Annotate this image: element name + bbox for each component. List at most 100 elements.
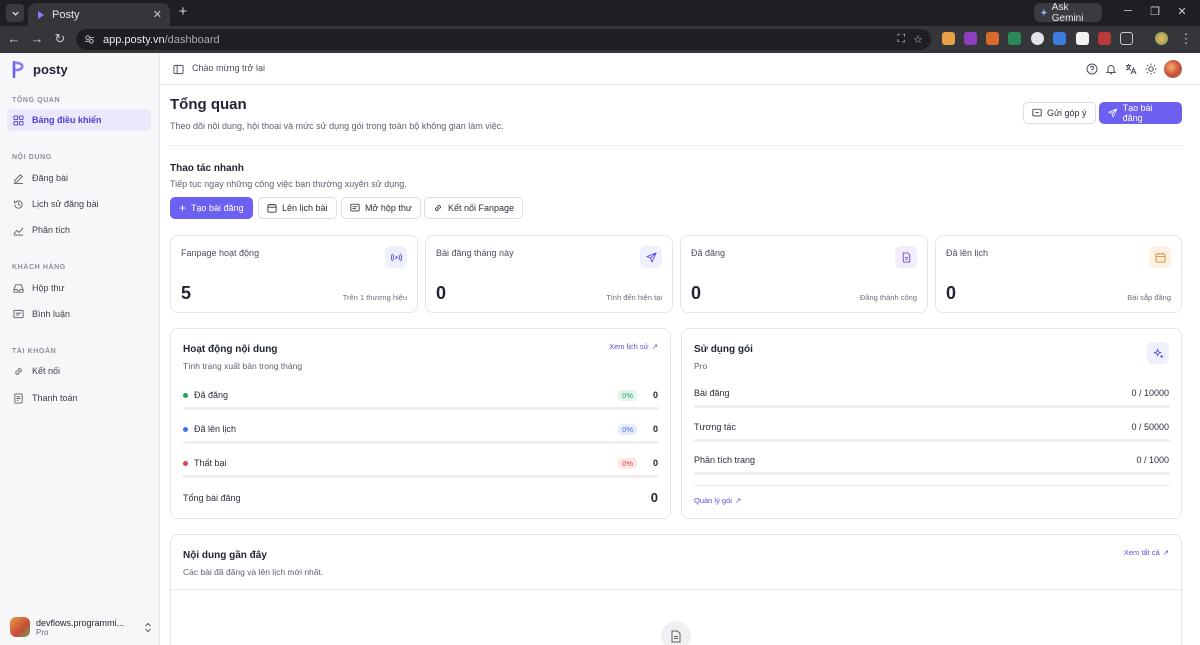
app-logo[interactable]: posty — [12, 61, 68, 78]
browser-toolbar: ← → ↻ app.posty.vn/dashboard ⛶ ☆ ⋮ — [0, 26, 1200, 53]
notification-bell-icon[interactable] — [1105, 63, 1117, 75]
browser-tab[interactable]: Posty ✕ — [28, 3, 170, 26]
open-inbox-button[interactable]: Mở hộp thư — [341, 197, 421, 219]
link-label: Quản lý gói — [694, 496, 732, 505]
manage-plan-link[interactable]: Quản lý gói ↗ — [694, 496, 741, 505]
link-label: Xem tất cả — [1123, 548, 1160, 557]
usage-icon-box — [1147, 342, 1169, 364]
feedback-button[interactable]: Gửi góp ý — [1023, 102, 1096, 124]
url-path: /dashboard — [164, 33, 220, 46]
sidebar-item-comments[interactable]: Bình luận — [7, 303, 151, 325]
stat-label: Fanpage hoạt động — [181, 248, 260, 258]
empty-state-icon-box — [661, 621, 691, 645]
row-count: 0 — [652, 424, 658, 434]
row-label: Đã đăng — [194, 390, 229, 400]
stat-label: Đã lên lịch — [946, 248, 989, 258]
stat-icon-box — [1149, 246, 1171, 268]
usage-row-label: Tương tác — [694, 422, 736, 432]
broadcast-icon — [390, 253, 402, 261]
connect-fanpage-button[interactable]: Kết nối Fanpage — [424, 197, 524, 219]
address-bar[interactable]: app.posty.vn/dashboard ⛶ ☆ — [76, 29, 931, 50]
extension-icon[interactable] — [1076, 32, 1089, 45]
translate-page-icon[interactable]: ⛶ — [897, 33, 905, 46]
send-icon — [645, 251, 657, 263]
stat-label: Bài đăng tháng này — [436, 248, 514, 258]
browser-menu-icon[interactable]: ⋮ — [1178, 31, 1194, 47]
view-history-link[interactable]: Xem lịch sử ↗ — [609, 342, 658, 351]
extension-icon[interactable] — [1098, 32, 1111, 45]
extension-icon[interactable] — [942, 32, 955, 45]
document-icon — [902, 251, 910, 263]
progress-bar — [183, 475, 659, 478]
account-switcher[interactable]: devflows.programmi... Pro — [10, 615, 152, 639]
sidebar-item-label: Bình luận — [32, 309, 71, 319]
create-post-button[interactable]: Tạo bài đăng — [1099, 102, 1182, 124]
stat-icon-box — [895, 246, 917, 268]
site-settings-icon — [84, 35, 95, 44]
chevron-down-icon — [11, 11, 19, 16]
card-title: Nội dung gần đây — [183, 550, 267, 561]
minimize-icon[interactable]: ─ — [1121, 5, 1135, 17]
help-icon[interactable] — [1086, 63, 1098, 75]
extensions-puzzle-icon[interactable] — [1120, 32, 1133, 45]
language-icon[interactable] — [1125, 63, 1137, 75]
posty-logo-icon — [12, 61, 24, 78]
close-tab-icon[interactable]: ✕ — [153, 8, 162, 21]
sidebar-item-analytics[interactable]: Phân tích — [7, 219, 151, 241]
comment-icon — [13, 309, 24, 318]
maximize-icon[interactable]: ❐ — [1148, 5, 1162, 18]
usage-row-value: 0 / 10000 — [1131, 388, 1169, 398]
link-icon — [15, 367, 22, 375]
extension-icon[interactable] — [986, 32, 999, 45]
new-tab-button[interactable]: + — [175, 4, 191, 20]
tab-search-button[interactable] — [6, 4, 24, 22]
ask-gemini-button[interactable]: Ask Gemini — [1034, 2, 1102, 24]
view-all-link[interactable]: Xem tất cả ↗ — [1124, 548, 1169, 557]
sidebar-item-history[interactable]: Lịch sử đăng bài — [7, 193, 151, 215]
sidebar-item-billing[interactable]: Thanh toán — [7, 387, 151, 409]
url-host: app.posty.vn — [103, 33, 165, 46]
schedule-post-button[interactable]: Lên lịch bài — [258, 197, 337, 219]
sidebar-item-inbox[interactable]: Hộp thư — [7, 277, 151, 299]
card-subtitle: Các bài đã đăng và lên lịch mới nhất. — [183, 567, 324, 577]
bookmark-star-icon[interactable]: ☆ — [913, 33, 923, 46]
account-plan: Pro — [36, 627, 49, 637]
create-post-button-label: Tạo bài đăng — [1122, 103, 1153, 123]
arrow-up-right-icon: ↗ — [734, 496, 742, 505]
extension-icon[interactable] — [1031, 32, 1044, 45]
quick-create-post-button[interactable]: + Tạo bài đăng — [170, 197, 253, 219]
card-title: Hoạt động nội dung — [183, 344, 278, 355]
sidebar-item-connect[interactable]: Kết nối — [7, 360, 151, 382]
edit-icon — [13, 173, 24, 184]
back-icon[interactable]: ← — [6, 31, 22, 47]
stat-note: Tính đến hiện tại — [606, 293, 662, 302]
link-icon — [435, 205, 441, 211]
sidebar-item-post[interactable]: Đăng bài — [7, 167, 151, 189]
sidebar-toggle-icon[interactable] — [173, 64, 184, 75]
sidebar-item-dashboard[interactable]: Bảng điều khiển — [7, 109, 151, 131]
sidebar-item-label: Lịch sử đăng bài — [32, 199, 99, 209]
extension-icon[interactable] — [1053, 32, 1066, 45]
history-icon — [13, 199, 23, 209]
recent-content-card: Nội dung gần đây Các bài đã đăng và lên … — [170, 534, 1182, 645]
stat-value: 0 — [946, 283, 957, 303]
extension-icon[interactable] — [964, 32, 977, 45]
url-text: app.posty.vn/dashboard — [103, 34, 889, 46]
theme-sun-icon[interactable] — [1145, 63, 1157, 75]
extension-icon[interactable] — [1008, 32, 1021, 45]
arrow-up-right-icon: ↗ — [651, 342, 658, 351]
forward-icon[interactable]: → — [29, 31, 45, 47]
profile-avatar-icon[interactable] — [1155, 32, 1168, 45]
row-count: 0 — [652, 390, 658, 400]
reload-icon[interactable]: ↻ — [52, 31, 68, 47]
sidebar-item-label: Kết nối — [32, 366, 61, 376]
avatar — [10, 617, 30, 637]
status-dot — [183, 426, 188, 432]
sidebar-item-label: Đăng bài — [32, 173, 69, 183]
message-icon — [350, 203, 360, 212]
plus-icon: + — [179, 201, 187, 215]
quick-action-label: Kết nối Fanpage — [448, 203, 515, 213]
user-avatar[interactable] — [1164, 60, 1182, 78]
close-window-icon[interactable]: ✕ — [1175, 5, 1189, 18]
stat-card-posts-this-month: Bài đăng tháng này 0 Tính đến hiện tại — [425, 235, 673, 313]
